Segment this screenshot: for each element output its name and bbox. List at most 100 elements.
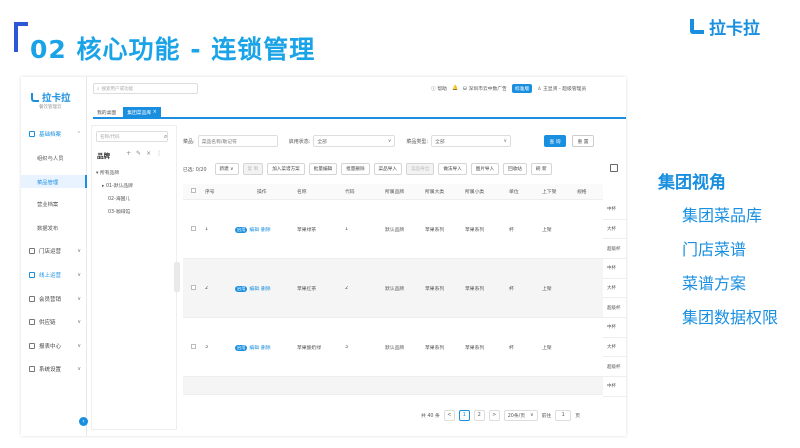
panel-resize-handle[interactable]: [174, 262, 180, 292]
sidebar-item-basic-archive[interactable]: 基础档案 ⌃: [21, 127, 87, 141]
title-bracket-decoration: [14, 22, 28, 52]
dish-table: 序号 操作 名称 代码 所属品牌 所属大类 所属小类 单位 上下架 规格 1 启…: [183, 184, 626, 397]
selected-count: 已选: 0/20: [183, 167, 207, 173]
logo-icon: [690, 19, 704, 34]
search-icon[interactable]: ⌕: [164, 133, 167, 141]
chevron-down-icon: ∨: [530, 413, 534, 418]
tree-node-all[interactable]: ▾ 所有品牌: [96, 169, 119, 176]
report-icon: [29, 343, 35, 349]
copy-button[interactable]: 复 制: [242, 163, 264, 175]
select-all-checkbox[interactable]: [191, 188, 196, 193]
user-menu[interactable]: ♙ 王显贤 - 超级管理员: [537, 85, 586, 92]
sidebar-collapse-button[interactable]: ‹: [79, 417, 88, 426]
table-row[interactable]: 3 启用 编辑 删除 苹果酸奶绿 3 默认品牌 苹果系列 苹果系列 杯 上架 中杯 …: [183, 318, 626, 378]
sidebar-item-report[interactable]: 报表中心 ∨: [21, 339, 87, 353]
row-checkbox[interactable]: [191, 343, 196, 349]
close-icon[interactable]: ×: [146, 150, 151, 157]
sidebar-subitem-business[interactable]: 营业档案: [21, 197, 87, 210]
dish-filter-label: 菜品:: [183, 138, 195, 145]
edit-link[interactable]: 编辑: [249, 287, 259, 292]
add-to-menu-plan-button[interactable]: 加入菜谱方案: [267, 163, 305, 175]
table-row[interactable]: 2 启用 编辑 删除 苹果红茶 2 默认品牌 苹果系列 苹果系列 杯 上架 中杯 大…: [183, 259, 626, 319]
spec-item: 超级杯: [603, 357, 626, 378]
row-checkbox[interactable]: [191, 284, 196, 290]
query-button[interactable]: 查 询: [544, 135, 566, 147]
store-selector[interactable]: ⛁ 深圳市云中数广告: [463, 85, 507, 92]
page-2-button[interactable]: 2: [473, 410, 485, 421]
app-window: 拉卡拉 餐饮管理云 基础档案 ⌃ 组织与人员 菜品管理 营业档案 数据发布 门店…: [21, 77, 626, 436]
edit-link[interactable]: 编辑: [249, 228, 259, 233]
tree-node-2[interactable]: 02-海国儿: [108, 195, 130, 202]
row-checkbox[interactable]: [191, 225, 196, 231]
tree-node-3[interactable]: 03-咖啡馆: [108, 208, 130, 215]
tree-search-input[interactable]: 名称/代码: [96, 131, 168, 142]
spec-item: 超级杯: [603, 298, 626, 319]
dish-shelf: 上架: [542, 345, 552, 351]
import-images-button[interactable]: 图片导入: [470, 163, 500, 175]
edit-icon[interactable]: ✎: [136, 150, 141, 157]
table-row[interactable]: 1 启用 编辑 删除 苹果绿茶 1 默认品牌 苹果系列 苹果系列 杯 上架 中杯 大…: [183, 200, 626, 260]
batch-delete-button[interactable]: 批量删除: [341, 163, 370, 175]
table-row[interactable]: 中杯: [183, 377, 626, 397]
tree-node-default[interactable]: ▸ 01-默认品牌: [102, 182, 133, 189]
help-link[interactable]: ⓘ 帮助: [431, 85, 447, 92]
column-settings-icon[interactable]: [610, 164, 618, 172]
sidebar-subitem-dish[interactable]: 菜品管理: [21, 175, 87, 188]
sidebar-item-store-ops[interactable]: 门店运营 ∨: [21, 244, 87, 258]
tree-toolbar: + ✎ × ⋮: [126, 150, 162, 157]
type-select[interactable]: 全部 ∨: [431, 135, 512, 147]
sidebar-item-member[interactable]: 会员营销 ∨: [21, 292, 87, 306]
sidebar-item-label: 门店运营: [39, 249, 62, 255]
page-jump-input[interactable]: 1: [555, 410, 572, 421]
sidebar-item-supply[interactable]: 供应链 ∨: [21, 315, 87, 329]
enable-toggle[interactable]: 启用: [235, 285, 248, 292]
dish-code: 1: [345, 226, 349, 232]
col-code: 代码: [345, 190, 355, 195]
spec-list: 中杯 大杯 超级杯: [603, 200, 626, 260]
enable-toggle[interactable]: 启用: [235, 226, 248, 233]
sidebar-subitem-org[interactable]: 组织与人员: [21, 151, 87, 164]
sidebar-item-label: 线上运营: [39, 273, 62, 279]
online-icon: [29, 272, 35, 278]
dish-brand: 默认品牌: [385, 286, 405, 292]
page-tabs: 我的桌面 集团菜品库 ×: [93, 107, 161, 117]
delete-link[interactable]: 删除: [261, 228, 271, 233]
page-1-button[interactable]: 1: [458, 410, 470, 421]
edit-link[interactable]: 编辑: [249, 346, 259, 351]
reset-button[interactable]: 重 置: [572, 135, 594, 147]
status-select[interactable]: 全部 ∨: [313, 135, 396, 147]
enable-toggle[interactable]: 启用: [235, 344, 248, 351]
dish-search-input[interactable]: 菜品名称/助记符: [197, 135, 278, 147]
batch-edit-button[interactable]: 批量编辑: [308, 163, 338, 175]
refresh-button[interactable]: 刷 新: [530, 163, 552, 175]
prev-page-button[interactable]: <: [443, 410, 455, 421]
global-search-input[interactable]: ⌕ 搜索用户或功能: [93, 83, 198, 94]
sidebar-item-settings[interactable]: 系统设置 ∨: [21, 362, 87, 376]
row-index: 1: [205, 226, 209, 232]
edition-badge: 标准版: [511, 84, 533, 93]
spec-item: 大杯: [603, 279, 626, 299]
delete-link[interactable]: 删除: [261, 287, 271, 292]
import-methods-button[interactable]: 做法导入: [438, 163, 467, 175]
dish-brand: 默认品牌: [385, 345, 405, 351]
tab-desktop[interactable]: 我的桌面: [93, 107, 120, 117]
new-button[interactable]: 新建 ∨: [214, 163, 239, 175]
close-icon[interactable]: ×: [153, 110, 157, 115]
tab-group-dishes[interactable]: 集团菜品库 ×: [123, 107, 161, 117]
bell-icon[interactable]: 🔔: [452, 86, 458, 91]
add-icon[interactable]: +: [126, 150, 131, 157]
col-brand: 所属品牌: [385, 190, 405, 195]
next-page-button[interactable]: >: [488, 410, 500, 421]
top-right-bar: ⓘ 帮助 🔔 ⛁ 深圳市云中数广告 标准版 ♙ 王显贤 - 超级管理员: [431, 84, 586, 93]
export-dishes-button[interactable]: 菜品导出: [405, 163, 435, 175]
page-size-select[interactable]: 20条/页 ∨: [503, 410, 538, 421]
sidebar-subitem-publish[interactable]: 数据发布: [21, 221, 87, 234]
recycle-bin-button[interactable]: 回收站: [503, 163, 527, 175]
import-dishes-button[interactable]: 菜品导入: [373, 163, 402, 175]
action-toolbar: 已选: 0/20 新建 ∨ 复 制 加入菜谱方案 批量编辑 批量删除 菜品导入 …: [183, 163, 552, 175]
brand-tree-panel: 名称/代码 ⌕ 品牌 + ✎ × ⋮ ▾ 所有品牌 ▸ 01-默认品牌 02-海…: [91, 125, 177, 430]
delete-link[interactable]: 删除: [261, 346, 271, 351]
more-icon[interactable]: ⋮: [156, 150, 162, 157]
filter-bar: 菜品: 菜品名称/助记符 启用状态: 全部 ∨ 菜品类型: 全部 ∨: [183, 135, 512, 147]
sidebar-item-online-ops[interactable]: 线上运营 ∨: [21, 268, 87, 282]
